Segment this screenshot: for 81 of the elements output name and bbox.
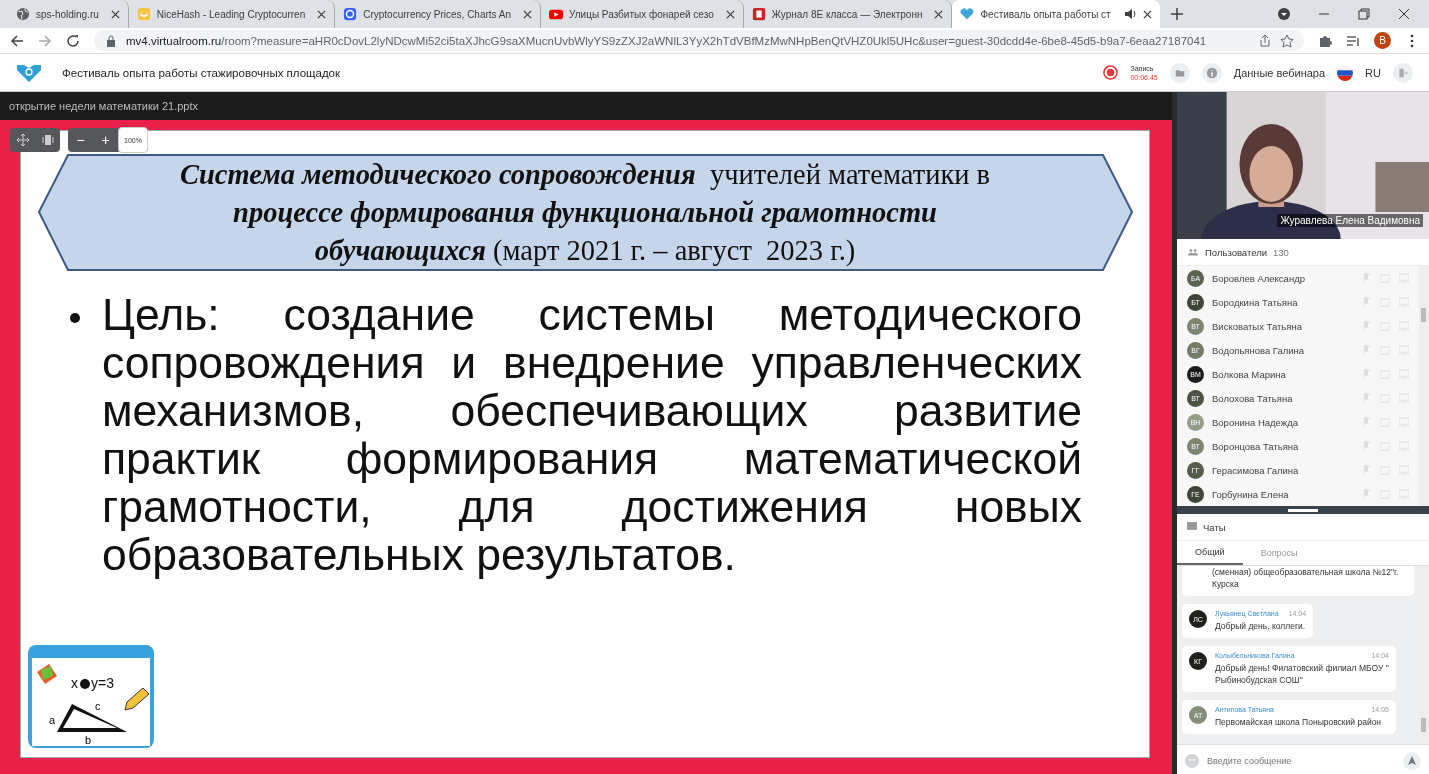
language-label[interactable]: RU [1365, 66, 1381, 79]
user-name: Бородкина Татьяна [1212, 296, 1299, 308]
send-icon[interactable] [1403, 751, 1421, 770]
restore-icon[interactable] [1357, 7, 1371, 21]
math-clipart-drawing: x y=3 a c b [27, 644, 155, 749]
chat-title: Чаты [1203, 521, 1226, 533]
reload-icon[interactable] [66, 33, 80, 48]
message-text: Добрый день, коллеги. [1215, 620, 1307, 632]
close-icon[interactable] [1397, 7, 1411, 21]
bullet-icon [70, 313, 80, 323]
message-text: (сменная) общеобразовательная школа №12"г. Курска [1212, 566, 1400, 590]
smiley-icon [136, 7, 151, 21]
close-icon[interactable] [934, 9, 944, 19]
address-bar[interactable]: mv4.virtualroom.ru/room?measure=aHR0cDovL2lyNDcwMi52ci5taXJhcG9saXMucnUvbWlyYS9zZXJ2aWNlL3YyX2hTdVBfMzMwNHpBenQtVHZ0Ukl5UHc&user=guest-30dcdd4e-6be8-45d5-b9a7-6eaa27187041 [94, 30, 1304, 51]
message-text: Первомайская школа Поныровский район [1215, 716, 1383, 728]
folder-icon[interactable] [1174, 67, 1185, 78]
scrollbar[interactable] [1419, 266, 1429, 506]
close-icon[interactable] [317, 9, 327, 19]
microphone-icon[interactable] [1361, 441, 1371, 451]
coin-icon [343, 7, 358, 21]
share-icon[interactable] [1258, 33, 1272, 48]
browser-tab[interactable]: Фестиваль опыта работы ст [952, 0, 1160, 28]
play-icon [549, 7, 564, 21]
slide-text: Цель: создание системы методического сопровождения и внедрение управленческих механизмов, обеспечивающих развитие практик формирования математической грамотности, для достижения новых образовательных результатов. [102, 291, 1082, 579]
heart-logo-icon [16, 62, 42, 83]
book-icon [751, 7, 766, 21]
url-host: mv4.virtualroom.ru [126, 34, 222, 47]
zoom-in-button[interactable]: + [93, 128, 118, 152]
exit-button[interactable] [1393, 62, 1413, 83]
forward-icon[interactable] [38, 33, 52, 48]
slide-title: Система методического сопровождения учителей математики в процессе формирования функциональной грамотности обучающихся (март 2021 г. – август 2023 г.) [178, 157, 992, 268]
close-icon[interactable] [523, 9, 533, 19]
playlist-icon[interactable] [1346, 33, 1360, 48]
user-name: Волохова Татьяна [1212, 392, 1294, 404]
chat-icon [1187, 522, 1197, 532]
puzzle-icon[interactable] [1318, 33, 1332, 48]
file-name: открытие недели математики 21.pptx [9, 100, 199, 112]
users-count: 130 [1273, 246, 1289, 258]
user-name: Герасимова Галина [1212, 464, 1300, 476]
star-icon[interactable] [1280, 33, 1294, 48]
microphone-icon[interactable] [1361, 417, 1371, 427]
webinar-info-link[interactable]: Данные вебинара [1233, 66, 1326, 79]
folder-button[interactable] [1169, 62, 1190, 83]
microphone-icon[interactable] [1361, 465, 1371, 475]
back-icon[interactable] [10, 33, 24, 48]
tab-search-icon[interactable] [1277, 7, 1291, 21]
globe-icon [16, 7, 30, 21]
microphone-icon[interactable] [1361, 369, 1371, 379]
url-path: /room?measure=aHR0cDovL2lyNDcwMi52ci5taXJhcG9saXMucnUvbWlyYS9zZXJ2aWNlL3YyX2hTdVBfMzMwNHpBenQtVHZ0Ukl5UHc&user=guest-30dcdd4e-6be8-45d5-b9a7-6eaa27187041 [221, 34, 1207, 47]
user-name: Висковатых Татьяна [1212, 320, 1303, 332]
message-text: Добрый день! Филатовский филиал МБОУ " Рыбинобудская СОШ" [1215, 662, 1389, 686]
users-title: Пользователи [1205, 246, 1267, 258]
exit-icon[interactable] [1398, 67, 1408, 78]
webinar-title: Фестиваль опыта работы стажировочных площадок [62, 66, 341, 79]
user-name: Горбунина Елена [1212, 488, 1290, 500]
resize-handle[interactable] [1288, 508, 1318, 512]
profile-avatar[interactable]: В [1374, 32, 1391, 49]
microphone-icon[interactable] [1361, 297, 1371, 307]
user-name: Воронина Надежда [1212, 416, 1299, 428]
flag-icon[interactable] [1337, 64, 1354, 81]
speaker-name: Журавлева Елена Вадимовна [1277, 214, 1423, 227]
heart-icon [960, 7, 975, 21]
microphone-icon[interactable] [1361, 489, 1371, 499]
record-icon[interactable] [1103, 65, 1119, 80]
user-name: Боровлев Александр [1212, 272, 1306, 284]
zoom-out-button[interactable]: − [68, 128, 93, 152]
plus-icon[interactable] [1169, 6, 1184, 21]
close-icon[interactable] [110, 9, 120, 19]
microphone-icon[interactable] [1361, 273, 1371, 283]
speaker-icon[interactable] [1122, 7, 1137, 21]
users-icon [1187, 247, 1199, 257]
microphone-icon[interactable] [1361, 393, 1371, 403]
microphone-icon[interactable] [1361, 345, 1371, 355]
user-name: Волкова Марина [1212, 368, 1287, 380]
microphone-icon[interactable] [1361, 321, 1371, 331]
user-name: Водопьянова Галина [1212, 344, 1306, 356]
lock-icon [104, 33, 118, 48]
close-icon[interactable] [725, 9, 735, 19]
emoji-icon[interactable] [1185, 753, 1199, 768]
user-name: Воронцова Татьяна [1212, 440, 1300, 452]
close-icon[interactable] [1142, 9, 1152, 19]
